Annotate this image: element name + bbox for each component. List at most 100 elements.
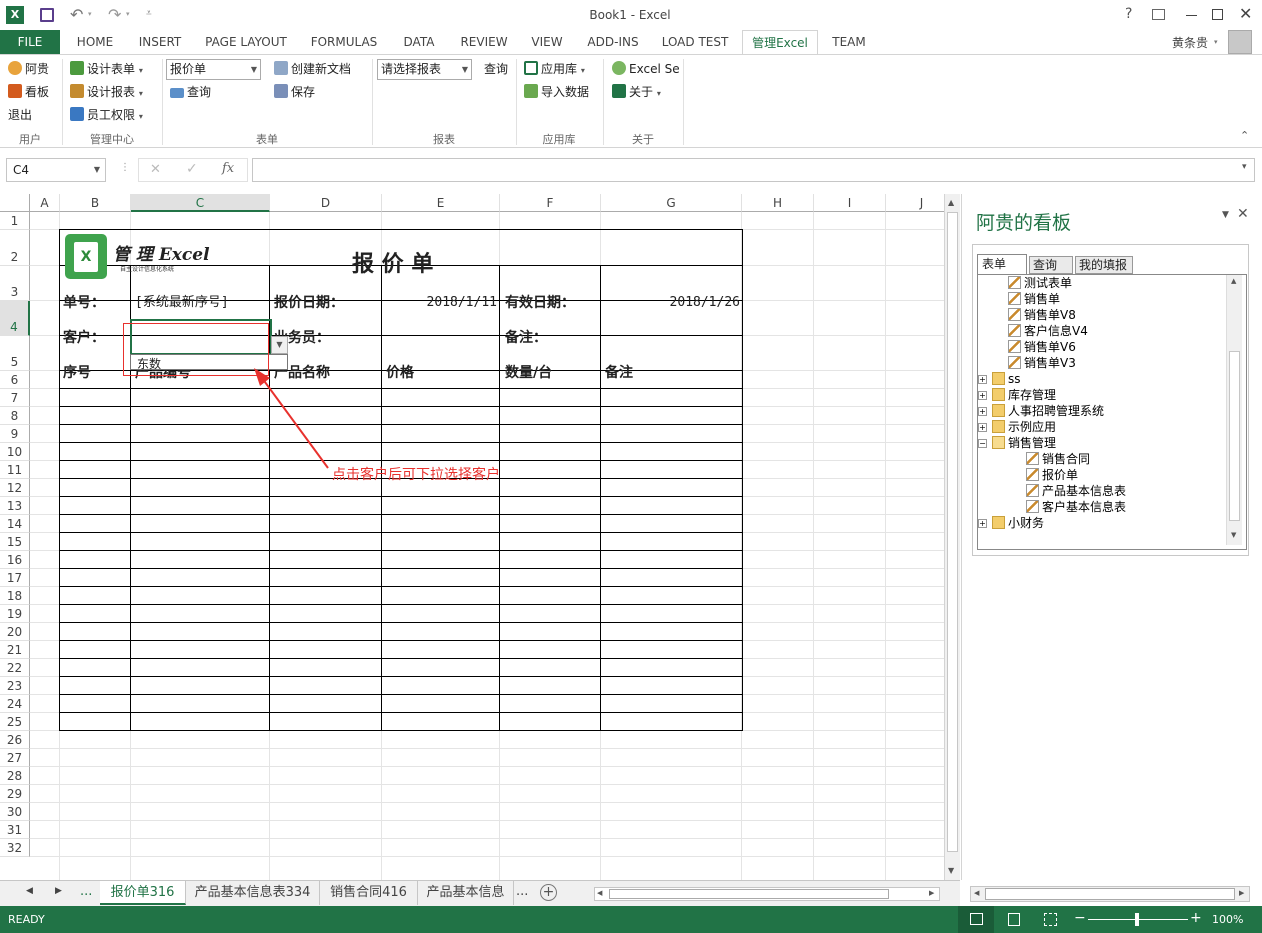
logout-button[interactable]: 退出 <box>8 105 32 125</box>
tree-scroll-down-icon[interactable]: ▼ <box>1231 531 1236 539</box>
expand-icon[interactable]: + <box>978 519 987 528</box>
tab-addins[interactable]: ADD-INS <box>580 30 646 54</box>
redo-icon[interactable]: ↷ <box>108 5 121 24</box>
tab-review[interactable]: REVIEW <box>454 30 514 54</box>
column-header-b[interactable]: B <box>60 194 131 212</box>
row-header-10[interactable]: 10 <box>0 443 30 461</box>
expand-icon[interactable]: + <box>978 391 987 400</box>
formula-input[interactable] <box>252 158 1255 182</box>
add-sheet-icon[interactable]: + <box>540 884 557 901</box>
pane-close-button[interactable]: ✕ <box>1237 206 1249 222</box>
more-sheets-left[interactable]: ... <box>80 884 92 899</box>
row-header-18[interactable]: 18 <box>0 587 30 605</box>
tree-vscroll[interactable]: ▲ ▼ <box>1226 275 1242 545</box>
row-header-17[interactable]: 17 <box>0 569 30 587</box>
row-header-26[interactable]: 26 <box>0 731 30 749</box>
column-header-h[interactable]: H <box>742 194 814 212</box>
column-header-f[interactable]: F <box>500 194 601 212</box>
tab-formulas[interactable]: FORMULAS <box>304 30 384 54</box>
row-header-21[interactable]: 21 <box>0 641 30 659</box>
pane-hscroll-bar[interactable]: ◀ ▶ <box>970 886 1250 902</box>
row-header-7[interactable]: 7 <box>0 389 30 407</box>
tree-item[interactable]: 销售单V8 <box>1008 307 1076 323</box>
minimize-button[interactable] <box>1186 15 1197 16</box>
tree-item[interactable]: 报价单 <box>1026 467 1078 483</box>
page-break-view-icon[interactable] <box>1044 913 1057 926</box>
new-doc-button[interactable]: 创建新文档 <box>274 59 351 79</box>
about-button[interactable]: 关于 ▾ <box>612 82 661 102</box>
tree-item[interactable]: 产品基本信息表 <box>1026 483 1126 499</box>
collapse-ribbon-icon[interactable]: ⌃ <box>1240 129 1249 142</box>
vertical-scrollbar[interactable]: ▲ ▼ <box>944 194 960 880</box>
tree-item[interactable]: − 销售管理 <box>978 435 1056 451</box>
row-header-19[interactable]: 19 <box>0 605 30 623</box>
tab-team[interactable]: TEAM <box>824 30 874 54</box>
pane-hscroll-left-icon[interactable]: ◀ <box>974 889 979 897</box>
column-header-e[interactable]: E <box>382 194 500 212</box>
tab-custom[interactable]: 管理Excel <box>742 30 818 55</box>
row-header-25[interactable]: 25 <box>0 713 30 731</box>
row-header-29[interactable]: 29 <box>0 785 30 803</box>
report-query-button[interactable]: 查询 <box>484 59 508 79</box>
column-header-d[interactable]: D <box>270 194 382 212</box>
column-header-g[interactable]: G <box>601 194 742 212</box>
row-header-16[interactable]: 16 <box>0 551 30 569</box>
row-header-2[interactable]: 2 <box>0 230 30 266</box>
name-box-menu-icon[interactable]: ⋮ <box>120 162 130 173</box>
tree-item[interactable]: 销售合同 <box>1026 451 1090 467</box>
sheet-tab-sales-contract[interactable]: 销售合同416 <box>320 881 418 905</box>
excel-se-button[interactable]: Excel Se <box>612 59 680 79</box>
expand-icon[interactable]: + <box>978 375 987 384</box>
row-header-27[interactable]: 27 <box>0 749 30 767</box>
prev-sheet-icon[interactable]: ◀ <box>26 886 33 896</box>
undo-icon[interactable]: ↶ <box>70 5 83 24</box>
sheet-tab-active[interactable]: 报价单316 <box>100 881 186 905</box>
insert-function-button[interactable]: fx <box>222 161 234 176</box>
tab-file[interactable]: FILE <box>0 30 60 54</box>
pane-tab-query[interactable]: 查询 <box>1029 256 1073 274</box>
user-name[interactable]: 黄条贵 <box>1172 34 1208 51</box>
column-header-c[interactable]: C <box>131 194 270 212</box>
cancel-entry-button[interactable]: ✕ <box>150 162 161 177</box>
collapse-icon[interactable]: − <box>978 439 987 448</box>
row-header-3[interactable]: 3 <box>0 266 30 301</box>
tree-item[interactable]: 销售单V3 <box>1008 355 1076 371</box>
sheet-tab-product-basic[interactable]: 产品基本信息 <box>418 881 514 905</box>
pane-options-icon[interactable]: ▼ <box>1222 210 1229 220</box>
zoom-level[interactable]: 100% <box>1212 913 1243 926</box>
save-icon[interactable] <box>40 8 54 22</box>
row-header-28[interactable]: 28 <box>0 767 30 785</box>
row-header-15[interactable]: 15 <box>0 533 30 551</box>
row-header-4[interactable]: 4 <box>0 301 30 336</box>
row-header-31[interactable]: 31 <box>0 821 30 839</box>
pane-hscroll-thumb[interactable] <box>985 888 1235 900</box>
tree-item[interactable]: + ss <box>978 371 1021 387</box>
tree-item[interactable]: + 示例应用 <box>978 419 1056 435</box>
tree-item[interactable]: + 人事招聘管理系统 <box>978 403 1104 419</box>
sheet-hscroll[interactable]: ◀ ▶ <box>594 887 940 901</box>
scroll-up-icon[interactable]: ▲ <box>948 198 954 207</box>
row-header-30[interactable]: 30 <box>0 803 30 821</box>
more-sheets-right[interactable]: ... <box>516 884 528 899</box>
tree-item[interactable]: + 小财务 <box>978 515 1044 531</box>
save-form-button[interactable]: 保存 <box>274 82 315 102</box>
row-header-1[interactable]: 1 <box>0 212 30 230</box>
zoom-out-button[interactable]: − <box>1074 910 1086 926</box>
tab-view[interactable]: VIEW <box>524 30 570 54</box>
scroll-down-icon[interactable]: ▼ <box>948 866 954 875</box>
tab-insert[interactable]: INSERT <box>130 30 190 54</box>
close-button[interactable]: ✕ <box>1239 4 1252 23</box>
import-data-button[interactable]: 导入数据 <box>524 82 589 102</box>
tree-item[interactable]: 客户基本信息表 <box>1026 499 1126 515</box>
select-all-corner[interactable] <box>0 194 30 212</box>
page-layout-view-icon[interactable] <box>1008 913 1020 926</box>
row-header-13[interactable]: 13 <box>0 497 30 515</box>
next-sheet-icon[interactable]: ▶ <box>55 886 62 896</box>
scroll-thumb[interactable] <box>947 212 958 852</box>
tree-item[interactable]: 销售单V6 <box>1008 339 1076 355</box>
row-header-12[interactable]: 12 <box>0 479 30 497</box>
avatar[interactable] <box>1228 30 1252 54</box>
pane-tab-form[interactable]: 表单 <box>977 254 1027 274</box>
zoom-in-button[interactable]: + <box>1190 910 1202 926</box>
row-header-20[interactable]: 20 <box>0 623 30 641</box>
